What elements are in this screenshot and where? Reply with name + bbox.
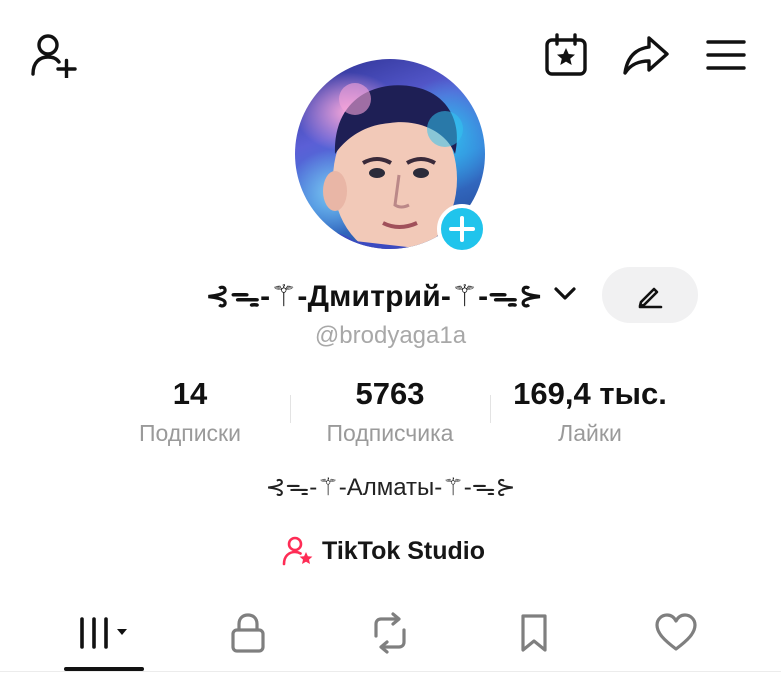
stat-following[interactable]: 14 Подписки — [110, 372, 270, 448]
repost-icon — [374, 612, 406, 654]
menu-button[interactable] — [700, 30, 752, 80]
tab-favorites[interactable] — [494, 600, 574, 666]
share-button[interactable] — [618, 30, 674, 80]
tiktok-studio-label: TikTok Studio — [322, 536, 485, 565]
stat-followers[interactable]: 5763 Подписчика — [300, 372, 480, 448]
account-switch-button[interactable] — [552, 282, 578, 306]
tab-reposts[interactable] — [350, 600, 430, 666]
tab-private[interactable] — [208, 600, 288, 666]
calendar-star-icon — [545, 33, 587, 76]
stat-divider — [490, 395, 491, 423]
heart-icon — [655, 613, 697, 651]
stat-label: Лайки — [558, 420, 622, 446]
bookmark-icon — [521, 614, 547, 652]
videos-grid-icon — [80, 617, 127, 649]
calendar-button[interactable] — [538, 30, 594, 80]
tiktok-studio-link[interactable]: TikTok Studio — [282, 530, 485, 572]
stat-value: 14 — [172, 376, 208, 411]
stat-label: Подписки — [139, 420, 241, 446]
stat-value: 5763 — [355, 376, 425, 411]
pencil-icon — [638, 287, 663, 309]
stat-divider — [290, 395, 291, 423]
stat-label: Подписчика — [326, 420, 454, 446]
share-icon — [623, 36, 669, 75]
plus-icon — [449, 216, 475, 242]
display-name[interactable]: ⊰ᯓ-⚚-Дмитрий-⚚-ᯓ⊱ — [205, 270, 544, 318]
menu-icon — [706, 40, 746, 70]
add-user-icon — [31, 34, 77, 78]
lock-icon — [231, 613, 265, 653]
stat-value: 169,4 тыс. — [513, 376, 667, 411]
add-avatar-button[interactable] — [437, 204, 487, 254]
bio: ⊰ᯓ-⚚-Алматы-⚚-ᯓ⊱ — [265, 473, 516, 501]
add-friend-button[interactable] — [26, 30, 82, 80]
stat-likes[interactable]: 169,4 тыс. Лайки — [495, 372, 685, 448]
edit-profile-button[interactable] — [602, 267, 698, 323]
tab-videos[interactable] — [64, 600, 144, 666]
tab-liked[interactable] — [636, 600, 716, 666]
username: @brodyaga1a — [314, 322, 467, 349]
user-star-icon — [282, 536, 313, 566]
tab-bar-border — [0, 671, 781, 672]
chevron-down-icon — [554, 287, 576, 300]
